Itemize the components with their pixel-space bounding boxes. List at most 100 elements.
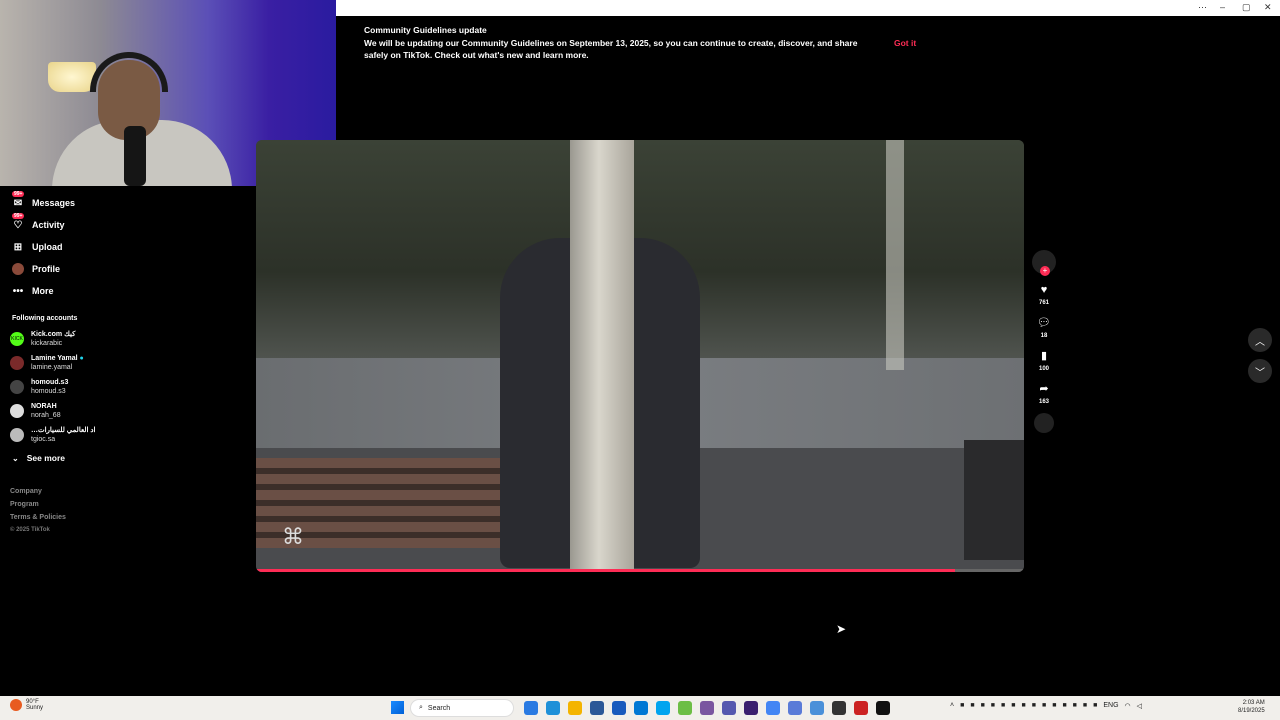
upload-icon: ⊞ <box>13 241 23 253</box>
taskbar-clock[interactable]: 2:03 AM 8/19/2025 <box>1238 699 1265 715</box>
weather-widget[interactable]: 90°F Sunny <box>10 699 43 711</box>
share-count: 163 <box>1038 399 1049 405</box>
tray-app-icon[interactable]: ■ <box>1052 702 1056 710</box>
app-icon[interactable] <box>590 701 604 715</box>
app-icon[interactable] <box>854 701 868 715</box>
sidebar-nav: ✉ 99+ Messages ♡ 99+ Activity ⊞ Upload Pro… <box>10 191 210 302</box>
footer-link-program[interactable]: Program <box>10 498 66 511</box>
tray-app-icon[interactable]: ■ <box>970 702 974 710</box>
system-tray[interactable]: ˄ ■ ■ ■ ■ ■ ■ ■ ■ ■ ■ ■ ■ ■ ■ ENG ◠ ◁ <box>950 702 1142 710</box>
comment-count: 18 <box>1040 333 1048 339</box>
bookmark-icon[interactable]: ▮ <box>1030 349 1058 362</box>
app-icon[interactable] <box>700 701 714 715</box>
edge-app-icon[interactable] <box>546 701 560 715</box>
share-icon[interactable]: ➦ <box>1030 382 1058 395</box>
windows-start-icon[interactable] <box>391 701 404 714</box>
verified-icon: ● <box>79 355 84 362</box>
tray-app-icon[interactable]: ■ <box>1001 702 1005 710</box>
sidebar-item-messages[interactable]: ✉ 99+ Messages <box>10 191 210 214</box>
app-icon[interactable] <box>634 701 648 715</box>
weather-desc: Sunny <box>26 705 44 711</box>
account-username: norah_68 <box>31 412 61 419</box>
footer-link-terms[interactable]: Terms & Policies <box>10 511 66 524</box>
sidebar-item-more[interactable]: ••• More <box>10 280 210 302</box>
video-player[interactable]: ⌘ <box>256 140 1024 572</box>
discord-app-icon[interactable] <box>788 701 802 715</box>
chevron-down-icon: ⌄ <box>12 453 19 463</box>
account-username: tgioc.sa <box>31 436 56 443</box>
sidebar-item-upload[interactable]: ⊞ Upload <box>10 236 210 258</box>
more-dots-icon: ••• <box>12 285 24 297</box>
comment-icon[interactable]: 💬︎ <box>1030 316 1058 329</box>
teams-app-icon[interactable] <box>722 701 736 715</box>
video-bench-right <box>964 440 1024 560</box>
avatar <box>10 356 24 370</box>
following-account-item[interactable]: Lamine Yamal ● lamine.yamal <box>10 354 210 372</box>
store-app-icon[interactable] <box>656 701 670 715</box>
tray-app-icon[interactable]: ■ <box>1042 702 1046 710</box>
word-app-icon[interactable] <box>612 701 626 715</box>
music-disc-icon[interactable] <box>1034 413 1054 433</box>
tray-app-icon[interactable]: ■ <box>1062 702 1066 710</box>
sidebar-item-profile[interactable]: Profile <box>10 258 210 280</box>
taskbar-search[interactable]: ⌕ Search <box>410 699 514 717</box>
tray-app-icon[interactable]: ■ <box>1011 702 1015 710</box>
headset-shape <box>90 52 168 92</box>
tray-app-icon[interactable]: ■ <box>1093 702 1097 710</box>
tray-app-icon[interactable]: ■ <box>960 702 964 710</box>
footer-link-company[interactable]: Company <box>10 485 66 498</box>
creator-avatar[interactable]: + <box>1032 250 1056 276</box>
restore-icon[interactable]: ▢ <box>1242 2 1251 13</box>
copilot-app-icon[interactable] <box>524 701 538 715</box>
chevron-up-icon[interactable]: ˄ <box>950 702 954 710</box>
video-tree-trunk <box>570 140 634 572</box>
minimize-icon[interactable]: – <box>1220 2 1225 12</box>
like-count: 761 <box>1038 300 1049 306</box>
account-name: NORAH <box>31 403 57 410</box>
chrome-app-icon[interactable] <box>810 701 824 715</box>
tiktok-app-icon[interactable] <box>876 701 890 715</box>
tray-app-icon[interactable]: ■ <box>1083 702 1087 710</box>
following-account-item[interactable]: NORAH norah_68 <box>10 402 210 420</box>
banner-text: We will be updating our Community Guidel… <box>364 38 858 60</box>
profile-avatar-icon <box>10 261 26 277</box>
following-account-item[interactable]: …اد العالمي للسيارات tgioc.sa <box>10 426 210 444</box>
clock-date: 8/19/2025 <box>1238 708 1265 714</box>
following-account-item[interactable]: KICK Kick.com كيك kickarabic <box>10 330 210 348</box>
volume-icon[interactable]: ◁ <box>1137 702 1142 710</box>
browser-titlebar: ⋯ – ▢ ✕ <box>336 0 1280 16</box>
app-icon[interactable] <box>744 701 758 715</box>
video-tree-trunk-far <box>886 140 904 370</box>
chrome-app-icon[interactable] <box>766 701 780 715</box>
video-actions: + ♥ 761 💬︎ 18 ▮ 100 ➦ 163 <box>1030 250 1058 433</box>
terminal-app-icon[interactable] <box>832 701 846 715</box>
app-icon[interactable] <box>678 701 692 715</box>
following-account-item[interactable]: homoud.s3 homoud.s3 <box>10 378 210 396</box>
previous-video-button[interactable]: ︿ <box>1248 328 1272 352</box>
video-progress-bar[interactable] <box>256 569 955 572</box>
see-more-button[interactable]: ⌄ See more <box>12 453 65 463</box>
follow-plus-icon[interactable]: + <box>1040 266 1050 276</box>
like-icon[interactable]: ♥ <box>1030 284 1058 296</box>
copyright: © 2025 TikTok <box>10 527 50 533</box>
chevron-up-icon: ︿ <box>1255 336 1265 348</box>
wifi-icon[interactable]: ◠ <box>1125 702 1131 710</box>
more-options-icon[interactable]: ⋯ <box>1198 2 1207 13</box>
next-video-button[interactable]: ﹀ <box>1248 359 1272 383</box>
activity-badge: 99+ <box>12 213 25 219</box>
footer-links: Company Program Terms & Policies © 2025 … <box>10 485 66 537</box>
sidebar-item-activity[interactable]: ♡ 99+ Activity <box>10 213 210 236</box>
tray-app-icon[interactable]: ■ <box>1032 702 1036 710</box>
tray-app-icon[interactable]: ■ <box>1073 702 1077 710</box>
tray-app-icon[interactable]: ■ <box>981 702 985 710</box>
got-it-button[interactable]: Got it <box>894 38 916 48</box>
tray-app-icon[interactable]: ■ <box>1022 702 1026 710</box>
sun-icon <box>10 699 22 711</box>
sidebar-item-label: Profile <box>32 264 61 274</box>
tray-app-icon[interactable]: ■ <box>991 702 995 710</box>
avatar <box>10 404 24 418</box>
close-icon[interactable]: ✕ <box>1264 2 1272 13</box>
language-indicator[interactable]: ENG <box>1103 702 1118 710</box>
explorer-app-icon[interactable] <box>568 701 582 715</box>
sidebar-item-label: Activity <box>32 220 65 230</box>
